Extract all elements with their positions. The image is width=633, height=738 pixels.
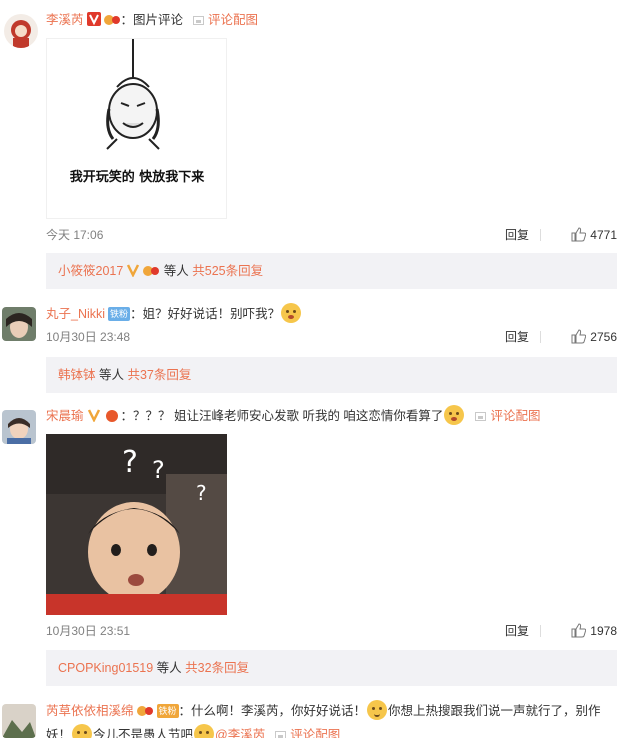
- emoji-icon: [367, 700, 388, 720]
- like-button[interactable]: 1978: [571, 621, 617, 641]
- emoji-icon: [281, 303, 302, 323]
- emoji-icon: [72, 724, 93, 738]
- meme-caption: 我开玩笑的 快放我下来: [70, 169, 206, 185]
- baby-photo: ? ? ?: [46, 434, 227, 615]
- comment-pic-link[interactable]: 评论配图: [193, 13, 258, 27]
- comment-header: 芮草依依相溪绵 铁粉 ：什么啊！李溪芮，你好好说话！ 你想上热搜跟我们说一声就行了，别…: [46, 699, 623, 738]
- like-button[interactable]: 4771: [571, 225, 617, 245]
- comment-meta: 10月30日 23:48 回复 2756: [46, 327, 617, 347]
- avatar[interactable]: [4, 14, 38, 48]
- like-thumb-icon: [571, 329, 587, 344]
- emoji-icon: [194, 724, 215, 738]
- comment-text: ：姐？好好说话！别吓我？: [130, 307, 281, 321]
- comment-pic-link[interactable]: 评论配图: [475, 409, 540, 423]
- comment-meta: 今天 17:06 回复 4771: [46, 225, 617, 245]
- mention-link[interactable]: @李溪芮: [215, 728, 265, 738]
- comment-image[interactable]: ? ? ?: [46, 434, 227, 615]
- verified-v-icon: [127, 264, 140, 277]
- comment-header: 宋晨瑜 ：？？？ 姐让汪峰老师安心发歌 听我的 咱这恋情你看算了 评论配图: [46, 405, 623, 426]
- avatar[interactable]: [2, 410, 36, 444]
- verified-v-icon: [86, 12, 101, 26]
- username[interactable]: 芮草依依相溪绵: [46, 704, 134, 718]
- reply-user[interactable]: CPOPKing01519: [58, 661, 153, 675]
- svg-text:?: ?: [152, 456, 165, 484]
- replies-box: 韩钵钵 等人 共37条回复: [46, 357, 617, 393]
- username[interactable]: 李溪芮: [46, 13, 84, 27]
- medal-icon: [103, 15, 120, 25]
- comment-text: ：？？？ 姐让汪峰老师安心发歌 听我的 咱这恋情你看算了: [120, 409, 444, 423]
- comment-time: 今天 17:06: [46, 228, 104, 242]
- medal-icon: [143, 266, 160, 276]
- verified-v-icon: [87, 409, 100, 422]
- comment-text-3: 今儿不是愚人节吧: [93, 728, 194, 738]
- comment-time: 10月30日 23:48: [46, 330, 131, 344]
- like-count: 4771: [590, 228, 617, 242]
- comment-image[interactable]: 我开玩笑的 快放我下来: [46, 38, 227, 219]
- medal-icon: [105, 410, 118, 422]
- replies-box: CPOPKing01519 等人 共32条回复: [46, 650, 617, 686]
- avatar[interactable]: [2, 704, 36, 738]
- like-count: 2756: [590, 330, 617, 344]
- like-thumb-icon: [571, 623, 587, 638]
- reply-button[interactable]: 回复: [505, 225, 529, 245]
- reply-button[interactable]: 回复: [505, 327, 529, 347]
- pic-icon: [275, 731, 287, 738]
- more-replies-link[interactable]: 共32条回复: [185, 661, 249, 675]
- replies-box: 小筱筱2017 等人 共525条回复: [46, 253, 617, 289]
- comment-meta: 10月30日 23:51 回复 1978: [46, 621, 617, 641]
- comment-text: ：图片评论: [120, 13, 184, 27]
- more-replies-link[interactable]: 共525条回复: [192, 264, 263, 278]
- reply-button[interactable]: 回复: [505, 621, 529, 641]
- emoji-icon: [444, 405, 465, 425]
- reply-user[interactable]: 韩钵钵: [58, 368, 96, 382]
- avatar[interactable]: [2, 307, 36, 341]
- comment-time: 10月30日 23:51: [46, 624, 131, 638]
- fan-tag: 铁粉: [156, 704, 179, 718]
- divider: [540, 229, 541, 241]
- comment-text: ：什么啊！李溪芮，你好好说话！: [178, 704, 367, 718]
- divider: [540, 625, 541, 637]
- like-thumb-icon: [571, 227, 587, 242]
- svg-text:?: ?: [196, 481, 207, 505]
- like-button[interactable]: 2756: [571, 327, 617, 347]
- username[interactable]: 宋晨瑜: [46, 409, 84, 423]
- comment-header: 丸子_Nikki 铁粉 ：姐？好好说话！别吓我？: [46, 303, 623, 324]
- svg-text:?: ?: [122, 445, 138, 480]
- pic-icon: [193, 16, 205, 25]
- comment-pic-link[interactable]: 评论配图: [275, 728, 340, 738]
- medal-icon: [136, 706, 153, 716]
- meme-drawing: 我开玩笑的 快放我下来: [47, 39, 226, 218]
- username[interactable]: 丸子_Nikki: [46, 307, 105, 321]
- like-count: 1978: [590, 624, 617, 638]
- reply-user[interactable]: 小筱筱2017: [58, 264, 123, 278]
- divider: [540, 331, 541, 343]
- pic-icon: [475, 412, 487, 421]
- comment-header: 李溪芮 ：图片评论 评论配图: [46, 10, 623, 30]
- fan-tag: 铁粉: [108, 307, 131, 321]
- more-replies-link[interactable]: 共37条回复: [127, 368, 191, 382]
